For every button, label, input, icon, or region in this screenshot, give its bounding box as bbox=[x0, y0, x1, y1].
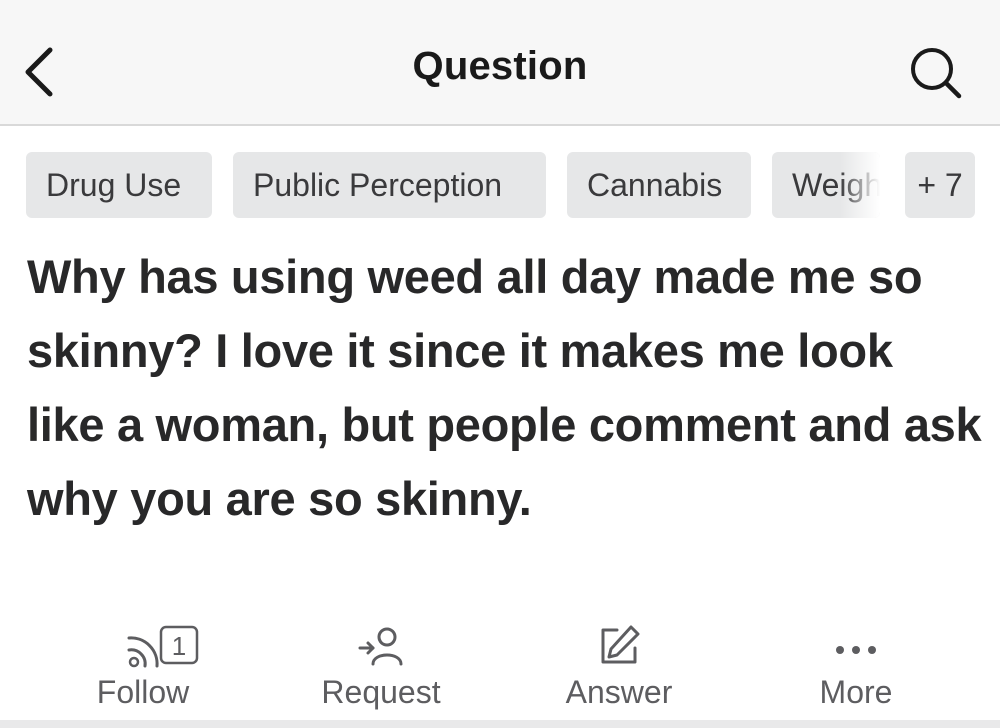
more-label: More bbox=[819, 674, 893, 710]
topic-chip-cannabis[interactable]: Cannabis bbox=[567, 152, 751, 218]
more-topics-chip[interactable]: + 7 bbox=[905, 152, 975, 218]
question-action-bar: 1 Follow Request Answer More bbox=[0, 618, 1000, 718]
request-button[interactable]: Request bbox=[261, 618, 501, 718]
follow-feed-icon: 1 bbox=[127, 625, 199, 668]
more-dots-icon bbox=[836, 646, 876, 654]
topic-chip-public-perception[interactable]: Public Perception bbox=[233, 152, 546, 218]
answer-button[interactable]: Answer bbox=[499, 618, 739, 718]
pencil-icon bbox=[601, 625, 640, 664]
search-icon bbox=[911, 48, 962, 99]
follow-label: Follow bbox=[96, 674, 190, 710]
topic-chip-drug-use[interactable]: Drug Use bbox=[26, 152, 212, 218]
section-divider bbox=[0, 720, 1000, 728]
follow-button[interactable]: 1 Follow bbox=[23, 618, 263, 718]
question-title[interactable]: Why has using weed all day made me so sk… bbox=[27, 240, 982, 536]
search-button[interactable] bbox=[902, 38, 970, 102]
topic-chip-weight[interactable]: Weigh bbox=[772, 152, 880, 218]
page-title: Question bbox=[412, 44, 588, 88]
top-navigation-bar: Question bbox=[0, 0, 1000, 126]
topic-chips-row: Drug Use Public Perception Cannabis Weig… bbox=[0, 152, 1000, 218]
follow-count: 1 bbox=[172, 631, 186, 661]
request-user-icon bbox=[358, 627, 403, 666]
more-button[interactable]: More bbox=[736, 618, 976, 718]
answer-label: Answer bbox=[565, 674, 673, 710]
request-label: Request bbox=[321, 674, 441, 710]
